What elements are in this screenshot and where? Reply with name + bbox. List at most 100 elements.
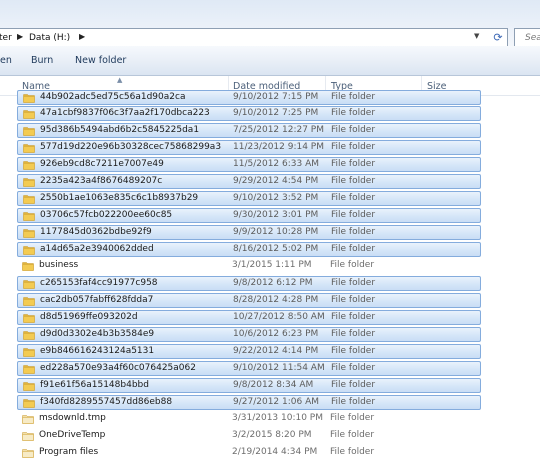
breadcrumb-separator-icon[interactable]: ▶ [79,32,85,41]
file-name: 47a1cbf9837f06c3f7aa2f170dbca223 [40,108,210,118]
file-name: cac2db057fabff628fdda7 [40,295,154,305]
file-name: ed228a570e93a4f60c076425a062 [40,363,196,373]
list-item[interactable]: 577d19d220e96b30328cec75868299a3 11/23/20… [17,140,481,155]
burn-button[interactable]: Burn [31,55,53,66]
list-item[interactable]: cac2db057fabff628fdda7 8/28/2012 4:28 PM F… [17,293,481,308]
file-date-modified: 2/19/2014 4:34 PM [232,447,318,457]
open-button[interactable]: en [0,55,12,66]
file-name: OneDriveTemp [39,430,106,440]
list-item[interactable]: 44b902adc5ed75c56a1d90a2ca 9/10/2012 7:15… [17,90,481,105]
file-type: File folder [331,244,376,254]
file-date-modified: 11/5/2012 6:33 AM [233,159,320,169]
file-list: 44b902adc5ed75c56a1d90a2ca 9/10/2012 7:15… [0,90,540,461]
list-item[interactable]: ed228a570e93a4f60c076425a062 9/10/2012 11… [17,361,481,376]
file-type: File folder [331,227,376,237]
file-type: File folder [331,142,376,152]
file-type: File folder [330,447,375,457]
file-date-modified: 9/29/2012 4:54 PM [233,176,319,186]
file-name: business [39,260,79,270]
list-item[interactable]: a14d65a2e3940062dded 8/16/2012 5:02 PM Fil… [17,242,481,257]
folder-icon [23,399,35,408]
list-item[interactable]: 2550b1ae1063e835c6c1b8937b29 9/10/2012 3:… [17,191,481,206]
file-name: a14d65a2e3940062dded [40,244,154,254]
file-type: File folder [331,397,376,407]
file-date-modified: 9/8/2012 6:12 PM [233,278,313,288]
folder-icon [23,382,35,391]
folder-icon [23,365,35,374]
folder-icon [23,229,35,238]
file-type: File folder [331,210,376,220]
breadcrumb-data-drive[interactable]: Data (H:) [29,33,70,43]
file-date-modified: 9/10/2012 3:52 PM [233,193,319,203]
file-date-modified: 7/25/2012 12:27 PM [233,125,324,135]
list-item[interactable]: 03706c57fcb022200ee60c85 9/30/2012 3:01 P… [17,208,481,223]
folder-icon [23,212,35,221]
address-dropdown-icon[interactable]: ▼ [474,32,479,40]
folder-icon [22,449,34,458]
file-type: File folder [331,346,376,356]
list-item[interactable]: 1177845d0362bdbe92f9 9/9/2012 10:28 PM Fil… [17,225,481,240]
file-type: File folder [331,380,376,390]
file-name: 03706c57fcb022200ee60c85 [40,210,173,220]
list-item[interactable]: business 3/1/2015 1:11 PM File folder [17,259,481,274]
file-name: 926eb9cd8c7211e7007e49 [40,159,164,169]
file-date-modified: 3/31/2013 10:10 PM [232,413,323,423]
folder-icon [23,314,35,323]
file-type: File folder [331,108,376,118]
breadcrumb-computer[interactable]: ter [0,33,12,43]
folder-icon [23,144,35,153]
list-item[interactable]: d8d51969ffe093202d 10/27/2012 8:50 AM File… [17,310,481,325]
file-type: File folder [330,430,375,440]
file-date-modified: 9/10/2012 7:15 PM [233,92,319,102]
folder-icon [23,195,35,204]
list-item[interactable]: OneDriveTemp 3/2/2015 8:20 PM File folder [17,429,481,444]
folder-icon [23,94,35,103]
list-item[interactable]: Program files 2/19/2014 4:34 PM File folde… [17,446,481,461]
file-name: 1177845d0362bdbe92f9 [40,227,152,237]
file-date-modified: 9/8/2012 8:34 AM [233,380,314,390]
list-item[interactable]: d9d0d3302e4b3b3584e9 10/6/2012 6:23 PM Fil… [17,327,481,342]
refresh-icon[interactable]: ⟳ [491,31,505,45]
list-item[interactable]: msdownld.tmp 3/31/2013 10:10 PM File folde… [17,412,481,427]
file-date-modified: 9/9/2012 10:28 PM [233,227,319,237]
file-type: File folder [331,329,376,339]
breadcrumb-separator-icon[interactable]: ▶ [17,32,23,41]
file-date-modified: 11/23/2012 9:14 PM [233,142,324,152]
search-placeholder: Sea [525,33,540,43]
search-input[interactable]: Sea [514,28,540,48]
file-name: 95d386b5494abd6b2c5845225da1 [40,125,200,135]
file-name: d8d51969ffe093202d [40,312,138,322]
folder-icon [23,110,35,119]
file-name: 2235a423a4f8676489207c [40,176,163,186]
list-item[interactable]: c265153faf4cc91977c958 9/8/2012 6:12 PM Fi… [17,276,481,291]
file-name: 44b902adc5ed75c56a1d90a2ca [40,92,186,102]
list-item[interactable]: 95d386b5494abd6b2c5845225da1 7/25/2012 12… [17,123,481,138]
file-type: File folder [331,193,376,203]
file-date-modified: 10/6/2012 6:23 PM [233,329,319,339]
file-name: 577d19d220e96b30328cec75868299a3 [40,142,222,152]
folder-icon [23,348,35,357]
file-type: File folder [331,159,376,169]
file-date-modified: 9/10/2012 11:54 AM [233,363,325,373]
list-item[interactable]: e9b846616243124a5131 9/22/2012 4:14 PM Fil… [17,344,481,359]
list-item[interactable]: 926eb9cd8c7211e7007e49 11/5/2012 6:33 AM F… [17,157,481,172]
file-type: File folder [330,413,375,423]
folder-icon [23,297,35,306]
folder-icon [22,415,34,424]
file-name: e9b846616243124a5131 [40,346,155,356]
new-folder-button[interactable]: New folder [75,55,126,66]
list-item[interactable]: f340fd8289557457dd86eb88 9/27/2012 1:06 A… [17,395,481,410]
folder-icon [23,161,35,170]
file-type: File folder [331,363,376,373]
address-bar[interactable]: ter ▶ Data (H:) ▶ ▼ ⟳ [0,28,508,48]
file-type: File folder [331,295,376,305]
file-name: Program files [39,447,99,457]
folder-icon [23,331,35,340]
list-item[interactable]: 2235a423a4f8676489207c 9/29/2012 4:54 PM F… [17,174,481,189]
list-item[interactable]: f91e61f56a15148b4bbd 9/8/2012 8:34 AM File… [17,378,481,393]
folder-icon [23,178,35,187]
file-date-modified: 8/28/2012 4:28 PM [233,295,319,305]
file-date-modified: 10/27/2012 8:50 AM [233,312,325,322]
list-item[interactable]: 47a1cbf9837f06c3f7aa2f170dbca223 9/10/201… [17,106,481,121]
address-bar-area: ter ▶ Data (H:) ▶ ▼ ⟳ Sea [0,0,540,48]
